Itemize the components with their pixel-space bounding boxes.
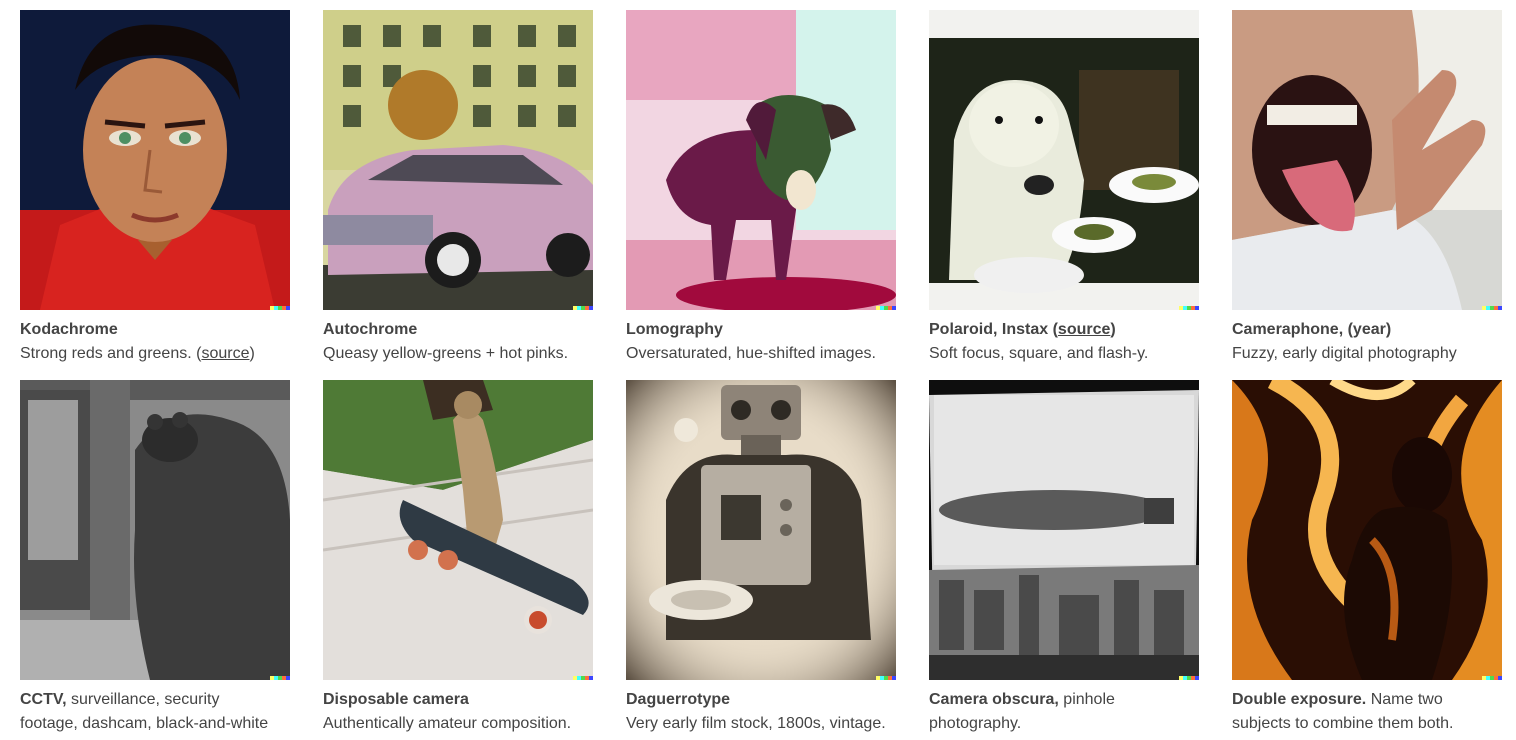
card-title: Cameraphone, (year) bbox=[1232, 321, 1392, 338]
thumbnail-autochrome bbox=[323, 10, 593, 310]
caption: Polaroid, Instax (source) Soft focus, sq… bbox=[929, 318, 1199, 366]
caption: Lomography Oversaturated, hue-shifted im… bbox=[626, 318, 896, 366]
thumbnail-camera-obscura bbox=[929, 380, 1199, 680]
caption: Autochrome Queasy yellow-greens + hot pi… bbox=[323, 318, 593, 366]
card-title: CCTV, bbox=[20, 691, 67, 708]
card-title: Polaroid, Instax (source) bbox=[929, 321, 1116, 338]
card-description: photography. bbox=[929, 715, 1022, 732]
style-card-lomography: Lomography Oversaturated, hue-shifted im… bbox=[626, 10, 896, 366]
style-card-polaroid: Polaroid, Instax (source) Soft focus, sq… bbox=[929, 10, 1199, 366]
card-title: Double exposure. bbox=[1232, 691, 1367, 708]
card-title: Autochrome bbox=[323, 321, 418, 338]
style-card-disposable-camera: Disposable camera Authentically amateur … bbox=[323, 380, 593, 736]
card-title: Camera obscura, bbox=[929, 691, 1059, 708]
card-title: Daguerrotype bbox=[626, 691, 731, 708]
source-link[interactable]: source bbox=[201, 345, 249, 362]
dalle-signature-mark bbox=[573, 676, 593, 680]
caption: Double exposure. Name two subjects to co… bbox=[1232, 688, 1502, 736]
card-title: Lomography bbox=[626, 321, 723, 338]
thumbnail-polaroid bbox=[929, 10, 1199, 310]
card-description: Authentically amateur composition. bbox=[323, 715, 572, 732]
photo-style-grid: Kodachrome Strong reds and greens. (sour… bbox=[0, 0, 1516, 740]
card-description: Fuzzy, early digital photography bbox=[1232, 345, 1457, 362]
card-description: Oversaturated, hue-shifted images. bbox=[626, 345, 876, 362]
caption: CCTV, surveillance, security footage, da… bbox=[20, 688, 290, 736]
card-title-line: Camera obscura, pinhole bbox=[929, 691, 1115, 708]
style-card-double-exposure: Double exposure. Name two subjects to co… bbox=[1232, 380, 1502, 736]
dalle-signature-mark bbox=[1179, 676, 1199, 680]
source-link[interactable]: source bbox=[1058, 321, 1110, 338]
caption: Disposable camera Authentically amateur … bbox=[323, 688, 593, 736]
dalle-signature-mark bbox=[1482, 676, 1502, 680]
card-description: footage, dashcam, black-and-white bbox=[20, 715, 269, 732]
thumbnail-cameraphone bbox=[1232, 10, 1502, 310]
style-card-kodachrome: Kodachrome Strong reds and greens. (sour… bbox=[20, 10, 290, 366]
thumbnail-cctv bbox=[20, 380, 290, 680]
card-description: subjects to combine them both. bbox=[1232, 715, 1454, 732]
thumbnail-lomography bbox=[626, 10, 896, 310]
caption: Camera obscura, pinhole photography. bbox=[929, 688, 1199, 736]
style-card-camera-obscura: Camera obscura, pinhole photography. bbox=[929, 380, 1199, 736]
style-card-cctv: CCTV, surveillance, security footage, da… bbox=[20, 380, 290, 736]
card-title-line: CCTV, surveillance, security bbox=[20, 691, 220, 708]
card-description: Strong reds and greens. (source) bbox=[20, 345, 255, 362]
dalle-signature-mark bbox=[1179, 306, 1199, 310]
dalle-signature-mark bbox=[270, 306, 290, 310]
card-title: Disposable camera bbox=[323, 691, 469, 708]
card-description: Soft focus, square, and flash-y. bbox=[929, 345, 1149, 362]
style-card-cameraphone: Cameraphone, (year) Fuzzy, early digital… bbox=[1232, 10, 1502, 366]
thumbnail-kodachrome bbox=[20, 10, 290, 310]
thumbnail-disposable-camera bbox=[323, 380, 593, 680]
dalle-signature-mark bbox=[573, 306, 593, 310]
card-title: Kodachrome bbox=[20, 321, 118, 338]
dalle-signature-mark bbox=[876, 676, 896, 680]
card-description: Very early film stock, 1800s, vintage. bbox=[626, 715, 886, 732]
dalle-signature-mark bbox=[876, 306, 896, 310]
caption: Cameraphone, (year) Fuzzy, early digital… bbox=[1232, 318, 1502, 366]
style-card-autochrome: Autochrome Queasy yellow-greens + hot pi… bbox=[323, 10, 593, 366]
caption: Daguerrotype Very early film stock, 1800… bbox=[626, 688, 896, 736]
card-title-line: Double exposure. Name two bbox=[1232, 691, 1443, 708]
dalle-signature-mark bbox=[270, 676, 290, 680]
style-card-daguerrotype: Daguerrotype Very early film stock, 1800… bbox=[626, 380, 896, 736]
card-description: Queasy yellow-greens + hot pinks. bbox=[323, 345, 569, 362]
caption: Kodachrome Strong reds and greens. (sour… bbox=[20, 318, 290, 366]
thumbnail-daguerrotype bbox=[626, 380, 896, 680]
dalle-signature-mark bbox=[1482, 306, 1502, 310]
thumbnail-double-exposure bbox=[1232, 380, 1502, 680]
